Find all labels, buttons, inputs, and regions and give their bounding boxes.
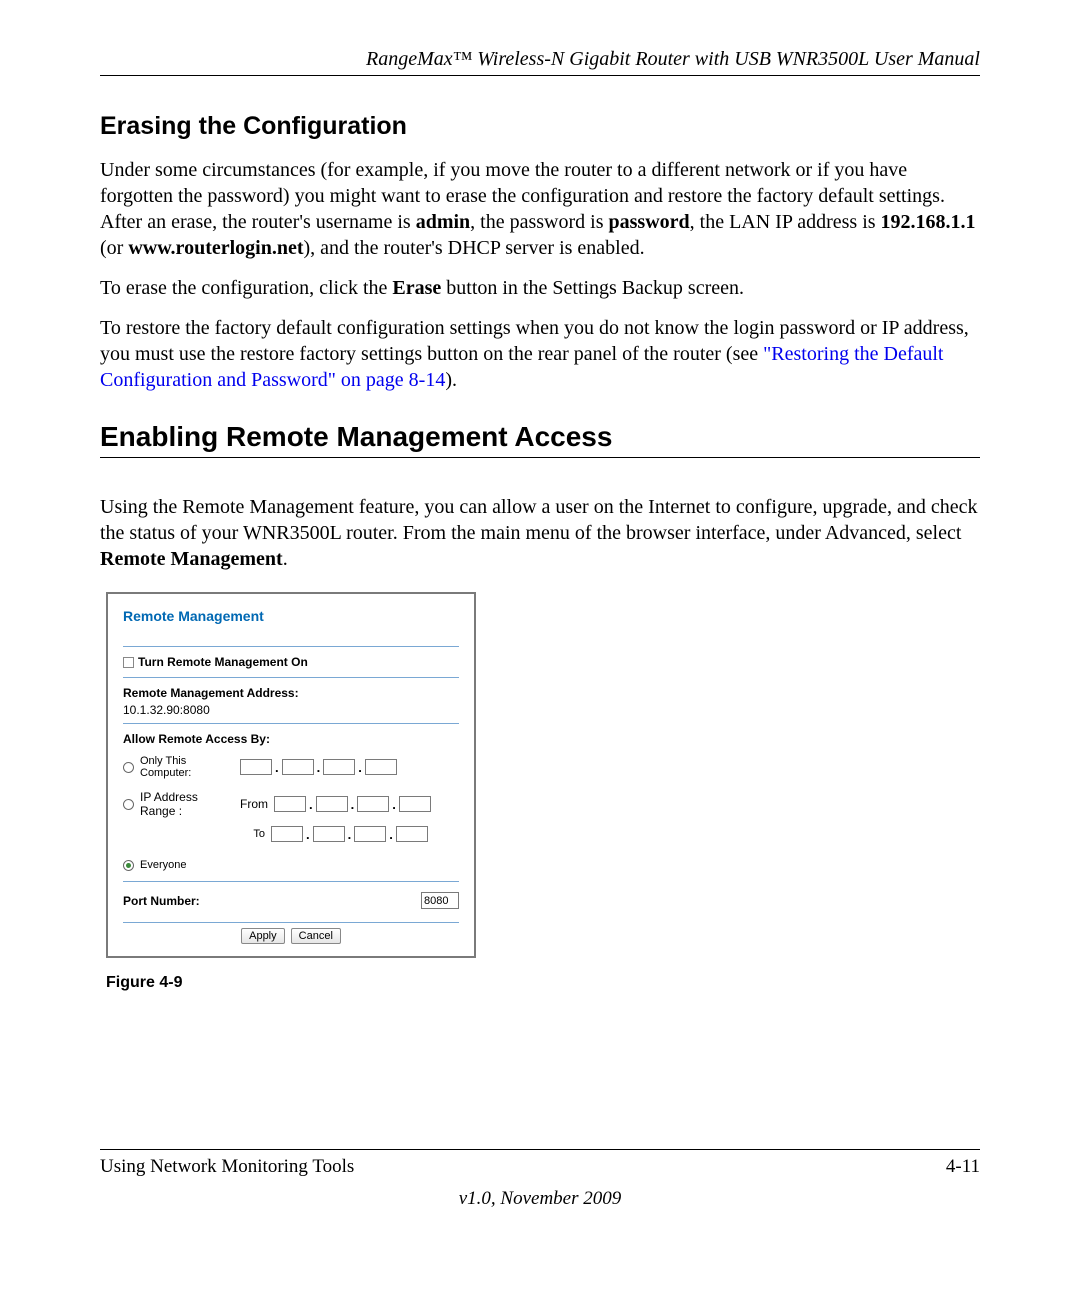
- address-label: Remote Management Address:: [123, 686, 459, 700]
- text: Using the Remote Management feature, you…: [100, 496, 977, 544]
- checkbox-turn-on[interactable]: [123, 657, 134, 668]
- text: , the password is: [470, 211, 608, 233]
- divider: [123, 723, 459, 724]
- allow-access-label: Allow Remote Access By:: [123, 732, 459, 746]
- ip-octet-input[interactable]: [354, 826, 386, 842]
- radio-only-this-computer[interactable]: [123, 762, 134, 773]
- ip-octet-input[interactable]: [323, 759, 355, 775]
- text: (or: [100, 237, 128, 259]
- text-bold-admin: admin: [416, 211, 470, 233]
- divider: [123, 646, 459, 647]
- ip-input-group-to: . . .: [271, 826, 428, 842]
- text-bold-remote-mgmt: Remote Management: [100, 548, 283, 570]
- paragraph-erasing-3: To restore the factory default configura…: [100, 315, 980, 393]
- ip-input-group: . . .: [240, 759, 397, 775]
- text: To erase the configuration, click the: [100, 277, 392, 299]
- embedded-screenshot: Remote Management Turn Remote Management…: [106, 592, 476, 958]
- port-label: Port Number:: [123, 894, 200, 908]
- radio-row-only-this: Only This Computer: . . .: [123, 750, 459, 784]
- apply-button[interactable]: Apply: [241, 928, 285, 944]
- radio-ip-range[interactable]: [123, 799, 134, 810]
- section-heading-enabling: Enabling Remote Management Access: [100, 421, 980, 458]
- text: , the LAN IP address is: [690, 211, 881, 233]
- ip-octet-input[interactable]: [396, 826, 428, 842]
- figure-caption: Figure 4-9: [106, 974, 980, 992]
- port-number-input[interactable]: [421, 892, 459, 909]
- ip-octet-input[interactable]: [365, 759, 397, 775]
- footer-page-number: 4-11: [946, 1156, 980, 1178]
- text: .: [283, 548, 288, 570]
- ip-octet-input[interactable]: [313, 826, 345, 842]
- paragraph-enabling-1: Using the Remote Management feature, you…: [100, 494, 980, 572]
- footer-chapter: Using Network Monitoring Tools: [100, 1156, 354, 1178]
- divider: [123, 922, 459, 923]
- panel-title: Remote Management: [123, 608, 459, 624]
- section-heading-erasing: Erasing the Configuration: [100, 112, 980, 141]
- ip-octet-input[interactable]: [282, 759, 314, 775]
- cancel-button[interactable]: Cancel: [291, 928, 341, 944]
- ip-octet-input[interactable]: [357, 796, 389, 812]
- footer-version: v1.0, November 2009: [100, 1188, 980, 1210]
- ip-octet-input[interactable]: [271, 826, 303, 842]
- ip-range-section: IP Address Range : From . . . To . . .: [123, 790, 459, 842]
- ip-octet-input[interactable]: [240, 759, 272, 775]
- text-bold-ip: 192.168.1.1: [881, 211, 976, 233]
- text: button in the Settings Backup screen.: [441, 277, 744, 299]
- divider: [123, 677, 459, 678]
- radio-label: IP Address Range :: [140, 790, 232, 818]
- from-label: From: [238, 797, 268, 811]
- ip-octet-input[interactable]: [316, 796, 348, 812]
- paragraph-erasing-1: Under some circumstances (for example, i…: [100, 157, 980, 261]
- checkbox-label: Turn Remote Management On: [138, 655, 308, 669]
- paragraph-erasing-2: To erase the configuration, click the Er…: [100, 275, 980, 301]
- ip-octet-input[interactable]: [399, 796, 431, 812]
- radio-label: Only This Computer:: [140, 755, 234, 779]
- text: ), and the router's DHCP server is enabl…: [304, 237, 645, 259]
- page-footer: Using Network Monitoring Tools 4-11 v1.0…: [100, 1149, 980, 1210]
- radio-row-everyone: Everyone: [123, 854, 459, 876]
- ip-octet-input[interactable]: [274, 796, 306, 812]
- address-value: 10.1.32.90:8080: [123, 703, 459, 717]
- text-bold-password: password: [609, 211, 690, 233]
- divider: [123, 881, 459, 882]
- text: ).: [445, 369, 457, 391]
- text-bold-erase: Erase: [392, 277, 441, 299]
- radio-everyone[interactable]: [123, 860, 134, 871]
- to-label: To: [123, 828, 265, 840]
- ip-input-group-from: . . .: [274, 796, 431, 812]
- document-header: RangeMax™ Wireless-N Gigabit Router with…: [100, 48, 980, 76]
- radio-label: Everyone: [140, 859, 186, 871]
- text-bold-url: www.routerlogin.net: [128, 237, 303, 259]
